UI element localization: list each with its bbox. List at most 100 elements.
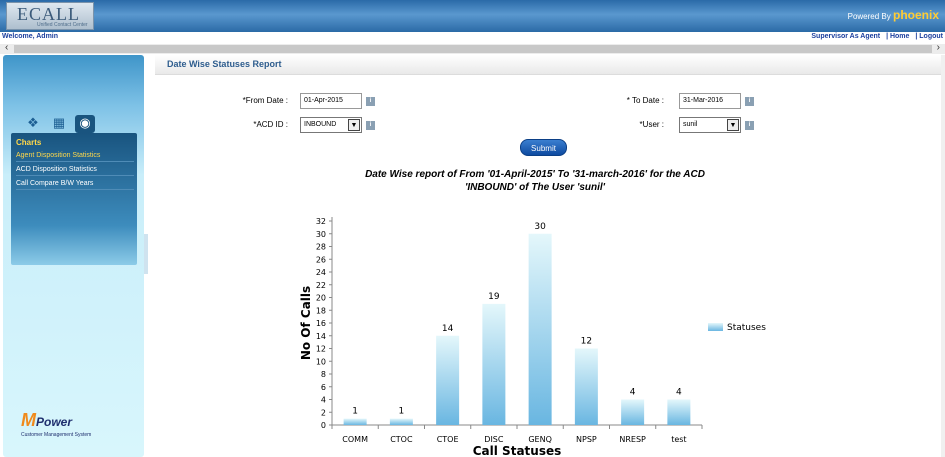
data-label: 4: [630, 388, 636, 398]
logo-subtext: Unified Contact Center: [37, 22, 88, 28]
to-date-info-icon: i: [745, 97, 754, 106]
submit-button[interactable]: Submit: [520, 139, 567, 156]
mpower-brand: MPower Customer Management System: [21, 410, 91, 438]
data-label: 19: [488, 292, 500, 302]
data-label: 12: [581, 337, 592, 347]
horizontal-scrollbar[interactable]: ‹ ›: [0, 42, 945, 54]
y-tick-label: 22: [316, 281, 326, 290]
scroll-thumb[interactable]: [14, 45, 932, 53]
y-tick-label: 26: [316, 255, 326, 264]
to-date-input[interactable]: 31-Mar-2016: [679, 93, 741, 109]
bar: [621, 399, 645, 425]
y-tick-label: 24: [316, 268, 326, 277]
y-tick-label: 20: [316, 294, 326, 303]
chart-title-line1: Date Wise report of From '01-April-2015'…: [365, 169, 705, 180]
from-date-label: *From Date :: [242, 96, 288, 105]
scroll-left-icon[interactable]: ‹: [5, 42, 8, 53]
calendar-icon[interactable]: ▦: [49, 115, 69, 133]
data-label: 14: [442, 324, 454, 334]
bar: [436, 335, 460, 425]
diamond-icon[interactable]: ❖: [23, 115, 43, 133]
scroll-right-icon[interactable]: ›: [937, 42, 940, 53]
x-axis-title: Call Statuses: [473, 444, 562, 457]
chart-title-line2: 'INBOUND' of The User 'sunil': [464, 182, 606, 193]
welcome-text: Welcome, Admin: [2, 33, 59, 40]
powered-by: Powered By phoenix: [848, 8, 939, 22]
y-tick-label: 10: [316, 357, 326, 366]
y-tick-label: 2: [321, 408, 326, 417]
y-tick-label: 28: [316, 243, 326, 252]
acd-id-value: INBOUND: [304, 121, 337, 128]
x-tick-label: NRESP: [619, 435, 646, 444]
acd-id-select[interactable]: INBOUND ▼: [300, 117, 362, 133]
legend-label: Statuses: [727, 323, 766, 333]
powered-brand: phoenix: [892, 8, 939, 22]
chart-title: Date Wise report of From '01-April-2015'…: [300, 168, 770, 194]
legend-swatch: [708, 323, 723, 331]
user-select[interactable]: sunil ▼: [679, 117, 741, 133]
y-tick-label: 8: [321, 370, 326, 379]
bar: [528, 233, 552, 425]
ecall-logo: ECALL Unified Contact Center: [6, 2, 94, 30]
from-date-info-icon: i: [366, 97, 375, 106]
home-link[interactable]: | Home: [886, 33, 909, 40]
sidebar-splitter[interactable]: [144, 234, 148, 274]
x-tick-label: NPSP: [576, 435, 597, 444]
y-tick-label: 32: [316, 217, 326, 226]
y-tick-label: 0: [321, 421, 326, 430]
y-tick-label: 4: [321, 396, 326, 405]
data-label: 1: [399, 407, 405, 417]
brand-m-logo: M: [21, 410, 36, 430]
chevron-down-icon[interactable]: ▼: [727, 119, 739, 131]
y-tick-label: 12: [316, 345, 326, 354]
page-title: Date Wise Statuses Report: [167, 59, 282, 69]
bar: [667, 399, 691, 425]
user-info-icon: i: [745, 121, 754, 130]
x-tick-label: test: [671, 435, 686, 444]
x-tick-label: GENQ: [528, 435, 552, 444]
brand-name-text: Power: [36, 415, 73, 429]
acd-id-label: *ACD ID :: [253, 120, 288, 129]
vertical-scrollbar[interactable]: [941, 55, 945, 457]
sidebar-item-acd-disposition[interactable]: ACD Disposition Statistics: [16, 166, 134, 176]
gauge-icon[interactable]: ◉: [75, 115, 95, 133]
bar: [343, 418, 367, 425]
sidebar-item-call-compare[interactable]: Call Compare B/W Years: [16, 180, 134, 190]
chevron-down-icon[interactable]: ▼: [348, 119, 360, 131]
x-tick-label: DISC: [484, 435, 504, 444]
logout-link[interactable]: | Logout: [915, 33, 943, 40]
page-header: Date Wise Statuses Report: [155, 55, 941, 75]
sidebar: ❖ ▦ ◉ Charts Agent Disposition Statistic…: [3, 55, 144, 457]
user-value: sunil: [683, 121, 698, 128]
y-tick-label: 30: [316, 230, 326, 239]
y-tick-label: 14: [316, 332, 326, 341]
brand-name: MPower: [21, 410, 91, 431]
sidebar-item-agent-disposition[interactable]: Agent Disposition Statistics: [16, 152, 134, 162]
top-links: Supervisor As Agent | Home | Logout: [807, 33, 943, 40]
welcome-bar: Welcome, Admin Supervisor As Agent | Hom…: [0, 32, 945, 44]
bar: [574, 348, 598, 425]
data-label: 30: [534, 222, 546, 232]
charts-menu: Charts Agent Disposition Statistics ACD …: [11, 133, 137, 265]
from-date-input[interactable]: 01-Apr-2015: [300, 93, 362, 109]
top-banner: ECALL Unified Contact Center Powered By …: [0, 0, 945, 32]
bar: [389, 418, 413, 425]
y-axis-title: No Of Calls: [299, 286, 313, 360]
bar-chart: 024681012141618202224262830321COMM1CTOC1…: [299, 217, 766, 457]
charts-menu-title: Charts: [16, 138, 42, 147]
to-date-label: * To Date :: [626, 96, 664, 105]
supervisor-as-agent-link[interactable]: Supervisor As Agent: [811, 33, 880, 40]
x-tick-label: CTOE: [437, 435, 459, 444]
y-tick-label: 16: [316, 319, 326, 328]
y-tick-label: 6: [321, 383, 326, 392]
y-tick-label: 18: [316, 306, 326, 315]
data-label: 1: [352, 407, 358, 417]
bar: [482, 303, 506, 425]
acd-id-info-icon: i: [366, 121, 375, 130]
brand-subtext: Customer Management System: [21, 432, 92, 438]
x-tick-label: CTOC: [390, 435, 413, 444]
x-tick-label: COMM: [342, 435, 368, 444]
data-label: 4: [676, 388, 682, 398]
user-label: *User :: [639, 120, 664, 129]
powered-by-label: Powered By: [847, 12, 891, 21]
